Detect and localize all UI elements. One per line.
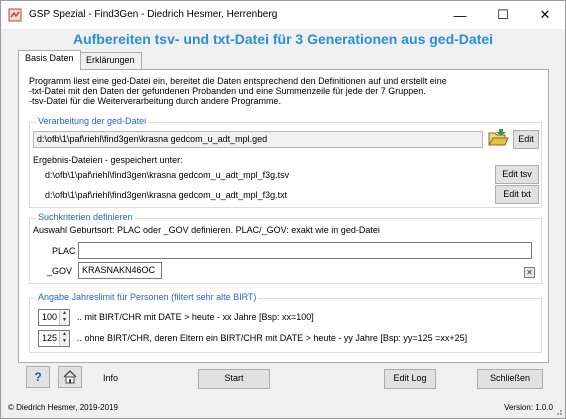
minimize-button[interactable]: — <box>440 1 480 29</box>
tab-basis-daten[interactable]: Basis Daten <box>18 50 81 70</box>
gov-input[interactable]: KRASNAKN46OC <box>78 262 162 279</box>
page-heading: Aufbereiten tsv- und txt-Datei für 3 Gen… <box>72 31 494 47</box>
close-button[interactable]: Schließen <box>477 369 543 389</box>
app-window: GSP Spezial - Find3Gen - Diedrich Hesmer… <box>0 0 566 419</box>
app-icon <box>8 8 22 22</box>
stepper-arrows-icon[interactable]: ▲ ▼ <box>59 310 69 325</box>
edit-log-button[interactable]: Edit Log <box>384 369 436 389</box>
info-label[interactable]: Info <box>103 373 118 383</box>
resize-grip-icon[interactable] <box>554 407 563 416</box>
maximize-button[interactable]: ☐ <box>483 1 523 29</box>
description-line: -tsv-Datei für die Weiterverarbeitung du… <box>29 96 281 106</box>
tsv-file-path: d:\ofb\1\paf\riehl\find3gen\krasna gedco… <box>45 170 290 180</box>
version-text: Version: 1.0.0 <box>504 403 553 412</box>
home-button[interactable] <box>58 366 82 388</box>
group-legend: Suchkriterien definieren <box>36 212 135 222</box>
edit-txt-button[interactable]: Edit txt <box>495 185 539 204</box>
plac-input[interactable] <box>78 242 532 259</box>
plac-label: PLAC <box>52 246 76 256</box>
minimize-icon: — <box>453 7 467 23</box>
close-icon: ✕ <box>539 7 551 22</box>
folder-open-icon <box>488 129 509 146</box>
stepper-arrows-icon[interactable]: ▲ ▼ <box>59 331 69 346</box>
xx-years-stepper[interactable]: 100 ▲ ▼ <box>38 309 70 326</box>
birthplace-info: Auswahl Geburtsort: PLAC oder _GOV defin… <box>33 225 380 235</box>
home-icon <box>63 370 77 384</box>
search-criteria-group: Suchkriterien definieren Auswahl Geburts… <box>29 212 542 284</box>
window-title: GSP Spezial - Find3Gen - Diedrich Hesmer… <box>29 9 278 20</box>
xx-years-description: .. mit BIRT/CHR mit DATE > heute - xx Ja… <box>77 312 314 322</box>
tab-panel-basis-daten: Programm liest eine ged-Datei ein, berei… <box>18 69 549 363</box>
xx-years-value: 100 <box>42 312 58 322</box>
yy-years-description: .. ohne BIRT/CHR, deren Eltern ein BIRT/… <box>77 333 468 343</box>
yy-years-value: 125 <box>42 333 58 343</box>
txt-file-path: d:\ofb\1\paf\riehl\find3gen\krasna gedco… <box>45 190 288 200</box>
start-button[interactable]: Start <box>198 369 270 389</box>
group-legend: Verarbeitung der ged-Datei <box>36 116 149 126</box>
copyright-text: © Diedrich Hesmer, 2019-2019 <box>8 403 118 412</box>
results-label: Ergebnis-Dateien - gespeichert unter: <box>33 155 183 165</box>
ged-processing-group: Verarbeitung der ged-Datei d:\ofb\1\paf\… <box>29 116 542 208</box>
help-button[interactable]: ? <box>26 366 50 388</box>
year-limit-group: Angabe Jahreslimit für Personen (filtert… <box>29 292 542 353</box>
ged-file-path: d:\ofb\1\paf\riehl\find3gen\krasna gedco… <box>33 131 483 148</box>
open-folder-button[interactable] <box>486 127 510 149</box>
edit-ged-button[interactable]: Edit <box>513 130 539 149</box>
title-bar: GSP Spezial - Find3Gen - Diedrich Hesmer… <box>1 1 565 29</box>
program-description: Programm liest eine ged-Datei ein, berei… <box>29 76 539 106</box>
edit-tsv-button[interactable]: Edit tsv <box>495 165 539 184</box>
maximize-icon: ☐ <box>497 7 509 22</box>
clear-icon: ✕ <box>526 268 533 277</box>
group-legend: Angabe Jahreslimit für Personen (filtert… <box>36 292 259 302</box>
close-window-button[interactable]: ✕ <box>525 1 565 29</box>
description-line: Programm liest eine ged-Datei ein, berei… <box>29 76 447 86</box>
help-icon: ? <box>34 370 42 384</box>
clear-gov-button[interactable]: ✕ <box>524 267 535 278</box>
tab-erklaerungen[interactable]: Erklärungen <box>79 52 142 69</box>
gov-label: _GOV <box>47 266 73 276</box>
description-line: -txt-Datei mit den Daten der gefundenen … <box>29 86 426 96</box>
yy-years-stepper[interactable]: 125 ▲ ▼ <box>38 330 70 347</box>
